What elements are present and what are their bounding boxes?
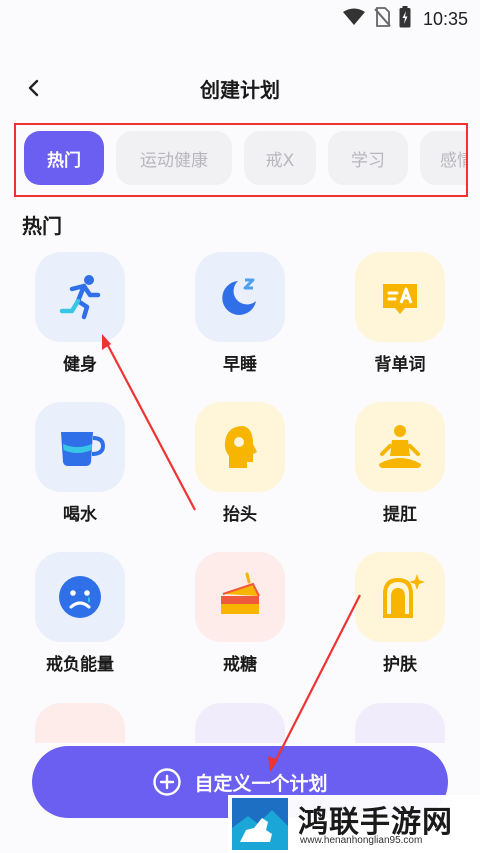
watermark-logo-icon xyxy=(232,798,288,850)
plan-item-vocabulary[interactable]: 背单词 xyxy=(345,252,455,375)
create-custom-plan-label: 自定义一个计划 xyxy=(194,772,328,795)
tab-hot[interactable]: 热门 xyxy=(24,131,104,185)
plan-label: 抬头 xyxy=(223,505,257,525)
cake-icon xyxy=(221,572,260,614)
plan-label: 背单词 xyxy=(374,355,426,375)
category-tabs[interactable]: 热门 运动健康 戒X 学习 感情建 xyxy=(24,131,466,185)
plus-circle-icon xyxy=(153,768,182,796)
plan-tile-peek xyxy=(355,703,445,743)
head-profile-icon xyxy=(224,426,257,468)
plan-label: 喝水 xyxy=(63,505,97,525)
plan-tile xyxy=(35,402,125,492)
meditation-icon xyxy=(379,425,421,468)
plan-item-sleep-early[interactable]: 早睡 xyxy=(185,252,295,375)
plan-item-no-sugar[interactable]: 戒糖 xyxy=(185,552,295,675)
running-person-icon xyxy=(59,275,101,320)
plan-tile xyxy=(355,552,445,642)
tab-relationship[interactable]: 感情建 xyxy=(420,131,466,185)
plan-label: 戒糖 xyxy=(223,655,257,675)
section-title: 热门 xyxy=(22,214,62,238)
status-bar: 10:35 xyxy=(0,0,480,34)
plan-label: 早睡 xyxy=(223,355,257,375)
plan-item-kegel[interactable]: 提肛 xyxy=(345,402,455,525)
plan-tile xyxy=(35,252,125,342)
moon-sleep-icon xyxy=(222,278,256,315)
status-time: 10:35 xyxy=(422,8,468,29)
plan-item-head-up[interactable]: 抬头 xyxy=(185,402,295,525)
plan-label: 健身 xyxy=(63,355,97,375)
translate-card-icon xyxy=(383,284,417,314)
plan-label: 护肤 xyxy=(383,655,417,675)
tab-sports-health[interactable]: 运动健康 xyxy=(116,131,232,185)
plan-tile xyxy=(195,252,285,342)
tab-study[interactable]: 学习 xyxy=(328,131,408,185)
plan-item-skincare[interactable]: 护肤 xyxy=(345,552,455,675)
plan-item-drink-water[interactable]: 喝水 xyxy=(25,402,135,525)
watermark: 鸿联手游网 www.henanhonglian95.com xyxy=(228,795,480,853)
header: 创建计划 xyxy=(0,66,480,110)
plan-item-fitness[interactable]: 健身 xyxy=(25,252,135,375)
plan-tile xyxy=(195,402,285,492)
plan-tile xyxy=(355,252,445,342)
plan-label: 提肛 xyxy=(383,505,417,525)
sad-face-icon xyxy=(59,576,101,618)
plan-tile xyxy=(35,552,125,642)
battery-icon xyxy=(399,6,411,32)
plan-tile-peek xyxy=(195,703,285,743)
watermark-url: www.henanhonglian95.com xyxy=(300,835,423,846)
tab-quit-x[interactable]: 戒X xyxy=(244,131,316,185)
category-tabs-highlight: 热门 运动健康 戒X 学习 感情建 xyxy=(14,123,468,197)
plan-tile-peek xyxy=(35,703,125,743)
plan-label: 戒负能量 xyxy=(46,655,114,675)
water-cup-icon xyxy=(61,432,106,466)
no-sim-icon xyxy=(373,7,391,31)
plan-tile xyxy=(195,552,285,642)
mirror-sparkle-icon xyxy=(383,574,425,618)
page-title: 创建计划 xyxy=(200,78,280,102)
wifi-icon xyxy=(342,8,365,30)
plan-item-no-negativity[interactable]: 戒负能量 xyxy=(25,552,135,675)
plan-tile xyxy=(355,402,445,492)
